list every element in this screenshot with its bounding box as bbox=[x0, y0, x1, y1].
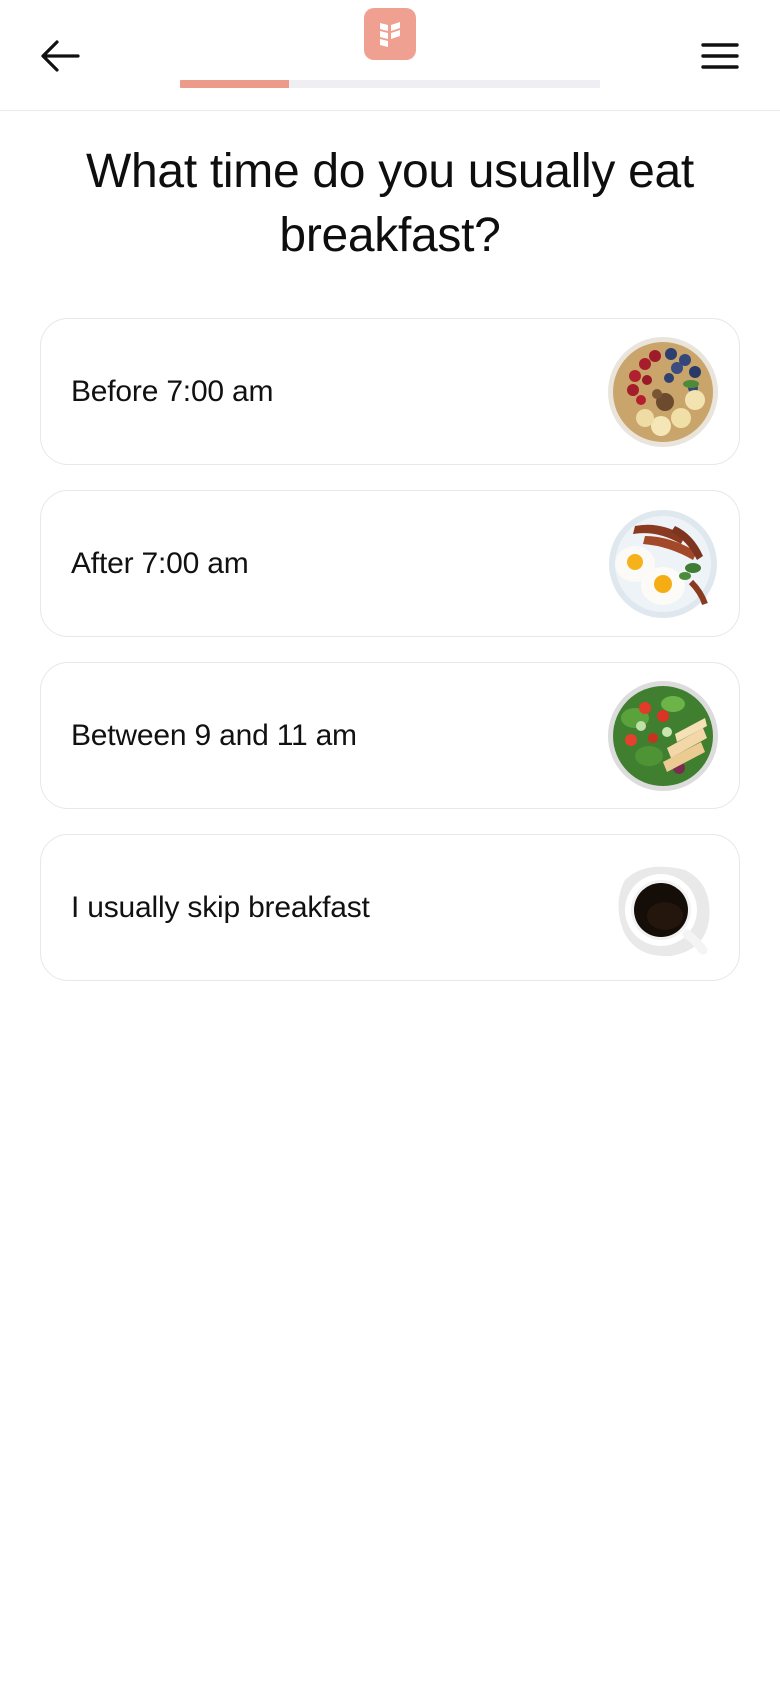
brand-logo-icon bbox=[380, 22, 400, 47]
option-after-7[interactable]: After 7:00 am bbox=[40, 490, 740, 637]
option-before-7[interactable]: Before 7:00 am bbox=[40, 318, 740, 465]
progress-bar bbox=[180, 80, 600, 88]
option-label: I usually skip breakfast bbox=[71, 890, 370, 924]
brand-logo bbox=[364, 8, 416, 60]
progress-bar-fill bbox=[180, 80, 290, 88]
question-title: What time do you usually eat breakfast? bbox=[86, 145, 694, 262]
back-button[interactable] bbox=[36, 34, 84, 78]
eggs-bacon-plate-image bbox=[609, 509, 717, 618]
option-label: Between 9 and 11 am bbox=[71, 718, 357, 752]
hamburger-menu-icon bbox=[701, 43, 739, 69]
menu-button[interactable] bbox=[696, 34, 744, 78]
top-bar bbox=[0, 0, 780, 111]
arrow-left-icon bbox=[41, 40, 80, 72]
option-between-9-11[interactable]: Between 9 and 11 am bbox=[40, 662, 740, 809]
black-coffee-cup-image bbox=[618, 866, 710, 956]
oatmeal-berry-bowl-image bbox=[608, 336, 718, 447]
option-label: Before 7:00 am bbox=[71, 374, 274, 408]
option-label: After 7:00 am bbox=[71, 546, 249, 580]
option-skip-breakfast[interactable]: I usually skip breakfast bbox=[40, 834, 740, 981]
chicken-salad-bowl-image bbox=[608, 680, 718, 791]
answer-options: Before 7:00 am After 7:00 am Between 9 a… bbox=[40, 318, 740, 1006]
